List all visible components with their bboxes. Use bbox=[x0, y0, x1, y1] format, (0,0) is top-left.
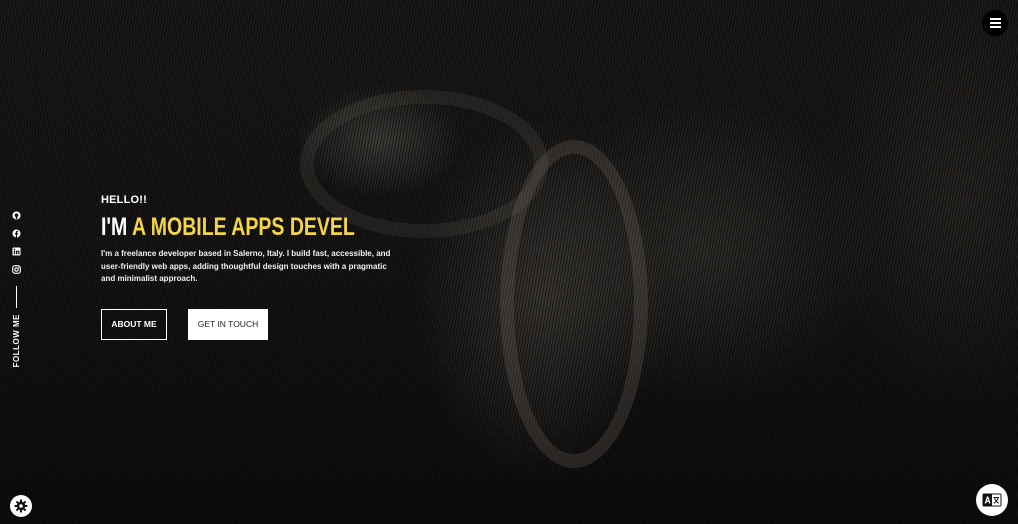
social-links: FOLLOW ME bbox=[10, 210, 22, 367]
hero-content: HELLO!! I'M A MOBILE APPS DEVEL I'm a fr… bbox=[101, 194, 421, 340]
divider bbox=[15, 286, 17, 308]
menu-button[interactable] bbox=[982, 10, 1008, 36]
headline-typed-text: A MOBILE APPS DEVEL bbox=[132, 213, 355, 241]
instagram-icon[interactable] bbox=[11, 264, 21, 274]
translate-icon bbox=[982, 493, 1002, 507]
hero-buttons: ABOUT ME GET IN TOUCH bbox=[101, 308, 421, 340]
background-shape bbox=[500, 140, 648, 468]
hamburger-menu-icon bbox=[989, 18, 1001, 28]
follow-me-label: FOLLOW ME bbox=[11, 314, 21, 368]
about-me-button[interactable]: ABOUT ME bbox=[101, 308, 167, 340]
greeting: HELLO!! bbox=[101, 194, 148, 206]
gear-icon bbox=[14, 499, 28, 513]
hero-description: I'm a freelance developer based in Saler… bbox=[101, 249, 391, 283]
headline: I'M A MOBILE APPS DEVEL bbox=[101, 212, 355, 242]
headline-prefix: I'M bbox=[101, 213, 128, 241]
get-in-touch-button[interactable]: GET IN TOUCH bbox=[188, 308, 268, 340]
facebook-icon[interactable] bbox=[11, 228, 21, 238]
language-button[interactable] bbox=[976, 484, 1008, 516]
linkedin-icon[interactable] bbox=[11, 246, 21, 256]
github-icon[interactable] bbox=[11, 210, 21, 220]
settings-button[interactable] bbox=[10, 495, 32, 517]
